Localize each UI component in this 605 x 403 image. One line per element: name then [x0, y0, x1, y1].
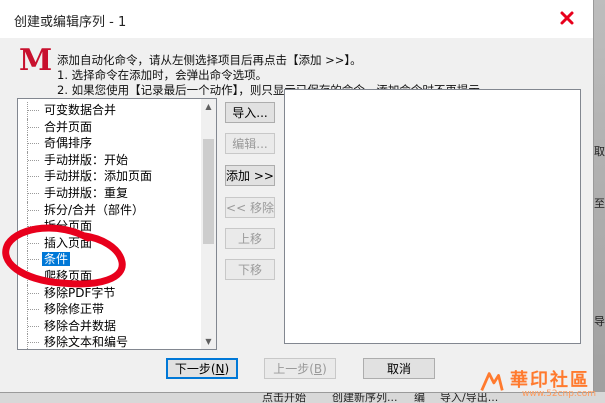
command-tree-items: 可变数据合并 合并页面奇偶排序 手动拼版：开始手动拼版：添加页面 手动拼版：重复拆分/… — [18, 102, 201, 350]
tree-list-item-label: 可变数据合并 — [44, 103, 117, 117]
previous-button[interactable]: 上一步(B) — [264, 358, 336, 379]
tree-list-item[interactable]: 插入页面 — [18, 234, 201, 252]
background-fragment: 至 — [594, 197, 605, 210]
tree-list-item[interactable]: 合并页面 — [18, 118, 201, 136]
tree-list-item[interactable]: 可变数据合并 — [18, 102, 201, 119]
tree-list-item-label: 手动拼版：重复 — [44, 185, 129, 200]
tree-list-item[interactable]: 移除修正带 — [18, 301, 201, 318]
tree-list-item[interactable]: 爬移页面 — [18, 267, 201, 285]
move-up-button[interactable]: 上移 — [225, 228, 275, 249]
tree-list-item-label: 插入页面 — [44, 235, 93, 250]
background-fragment: 导入/导出... — [440, 392, 499, 403]
background-fragment: 点击开始 — [262, 392, 306, 403]
list-scrollbar[interactable]: ▲ ▼ — [201, 99, 216, 349]
tree-list-item-label: 条件 — [42, 252, 71, 267]
tree-list-item-label: 移除文本和编号 — [44, 335, 129, 350]
background-fragment: 导 — [594, 315, 605, 328]
tree-list-item[interactable]: 奇偶排序 — [18, 135, 201, 152]
previous-shortcut-key: B — [313, 362, 323, 376]
background-fragment: 编 — [414, 392, 425, 403]
tree-list-item-label: 奇偶排序 — [44, 136, 93, 151]
next-button-label: 下一步 — [174, 362, 211, 376]
add-button[interactable]: 添加 >> — [225, 165, 275, 186]
tree-list-item[interactable]: 拆分页面 — [18, 218, 201, 235]
remove-button[interactable]: << 移除 — [225, 197, 275, 218]
tree-list-item-label: 手动拼版：添加页面 — [44, 169, 153, 184]
tree-list-item[interactable]: 手动拼版：开始 — [18, 151, 201, 169]
title-bar: 创建或编辑序列 - 1 — [0, 0, 593, 38]
command-tree-list[interactable]: 可变数据合并 合并页面奇偶排序 手动拼版：开始手动拼版：添加页面 手动拼版：重复拆分/… — [17, 98, 217, 350]
tree-list-item-label: 移除修正带 — [44, 302, 105, 317]
window-title: 创建或编辑序列 - 1 — [14, 15, 127, 30]
tree-list-item-label: 爬移页面 — [44, 268, 93, 283]
scroll-thumb[interactable] — [203, 139, 214, 244]
tree-list-item[interactable]: 手动拼版：重复 — [18, 184, 201, 202]
import-button[interactable]: 导入... — [225, 102, 275, 123]
product-logo: M — [19, 43, 53, 78]
tree-list-item[interactable]: 拆分/合并（部件） — [18, 201, 201, 219]
sequence-command-list[interactable] — [284, 89, 581, 344]
next-shortcut-key: N — [215, 362, 225, 376]
background-fragment: 创建新序列... — [332, 392, 398, 403]
background-window-strip: 取 至 导 — [594, 0, 605, 403]
tree-list-item-label: 拆分页面 — [44, 219, 93, 234]
tree-list-item[interactable]: 移除PDF字节 — [18, 284, 201, 302]
tree-list-item-label: 移除PDF字节 — [44, 285, 116, 300]
tree-list-item-label: 拆分/合并（部件） — [44, 202, 145, 217]
cancel-button[interactable]: 取消 — [363, 358, 435, 379]
edit-button[interactable]: 编辑... — [225, 133, 275, 154]
scroll-up-icon[interactable]: ▲ — [201, 99, 216, 114]
move-down-button[interactable]: 下移 — [225, 259, 275, 280]
tree-list-item-label: 移除合并数据 — [44, 318, 117, 333]
next-button[interactable]: 下一步(N) — [166, 358, 238, 379]
close-icon[interactable] — [559, 10, 575, 26]
scroll-down-icon[interactable]: ▼ — [201, 334, 216, 349]
background-fragment: 取 — [594, 145, 605, 158]
tree-list-item[interactable]: 移除文本和编号 — [18, 334, 201, 350]
previous-button-label: 上一步 — [273, 362, 310, 376]
tree-list-item[interactable]: 条件 — [18, 251, 201, 268]
sequence-dialog: 创建或编辑序列 - 1 M 添加自动化命令，请从左侧选择项目后再点击【添加 >>… — [0, 0, 594, 393]
tree-list-item[interactable]: 移除合并数据 — [18, 317, 201, 335]
instruction-line: 1. 选择命令在添加时，会弹出命令选项。 — [57, 68, 268, 82]
instruction-line: 添加自动化命令，请从左侧选择项目后再点击【添加 >>】。 — [57, 53, 362, 67]
tree-list-item[interactable]: 手动拼版：添加页面 — [18, 168, 201, 185]
tree-list-item-label: 手动拼版：开始 — [44, 152, 129, 167]
background-toolbar-strip: 点击开始 创建新序列... 编 导入/导出... — [0, 392, 605, 403]
tree-list-item-label: 合并页面 — [44, 119, 93, 134]
